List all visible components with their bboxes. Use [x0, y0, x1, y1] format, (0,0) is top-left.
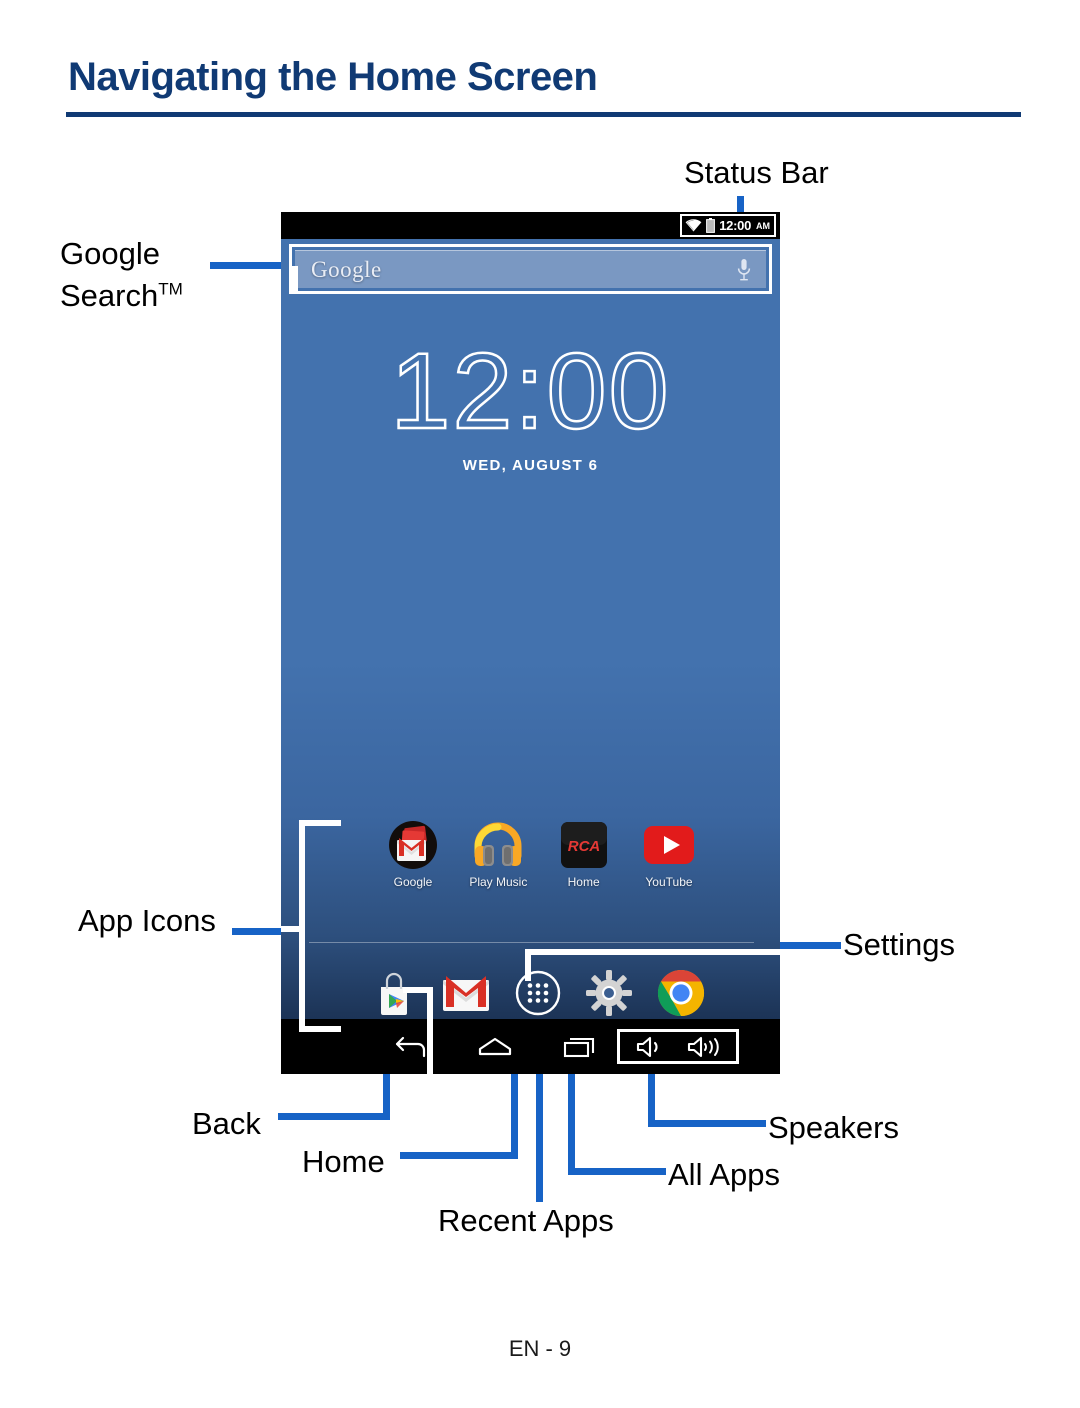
- page-title: Navigating the Home Screen: [68, 55, 598, 99]
- microphone-icon[interactable]: [736, 258, 752, 282]
- callout-line-speakers-h: [648, 1120, 766, 1127]
- callout-home: Home: [302, 1144, 385, 1179]
- nav-button-home[interactable]: [453, 1036, 537, 1058]
- svg-text:RCA: RCA: [567, 838, 600, 855]
- app-label: YouTube: [645, 875, 693, 889]
- battery-icon: [706, 218, 716, 233]
- dock-item-chrome[interactable]: [652, 964, 710, 1022]
- dock-item-gmail[interactable]: [437, 964, 495, 1022]
- callout-google-search-line1: Google: [60, 236, 160, 271]
- callout-status-bar: Status Bar: [684, 155, 829, 190]
- wifi-icon: [685, 219, 702, 232]
- dock: [365, 964, 710, 1022]
- callout-line-google-search: [210, 262, 288, 269]
- app-item-google[interactable]: Google: [376, 817, 450, 889]
- rca-logo-icon: RCA: [560, 822, 607, 868]
- app-item-play-music[interactable]: Play Music: [461, 817, 535, 889]
- callout-recent-apps: Recent Apps: [438, 1203, 614, 1238]
- leader-all-apps-v: [427, 987, 433, 1074]
- speaker-high-icon: [687, 1036, 719, 1057]
- all-apps-grid-icon: [515, 970, 560, 1016]
- callout-line-back-v: [383, 1068, 390, 1118]
- status-bar-ampm: AM: [756, 220, 770, 231]
- app-label: Home: [567, 875, 600, 889]
- leader-settings-h: [525, 949, 780, 955]
- page-footer: EN - 9: [508, 1336, 572, 1361]
- speakers-highlight-box: [617, 1029, 739, 1064]
- google-search-highlight-box: Google: [289, 244, 772, 294]
- callout-google-search-line2: SearchTM: [60, 278, 183, 313]
- google-wordmark: Google: [311, 256, 382, 282]
- leader-all-apps-h: [403, 987, 431, 993]
- callout-settings: Settings: [843, 927, 956, 962]
- navigation-bar: [281, 1019, 780, 1074]
- headphones-icon: [474, 822, 522, 866]
- back-arrow-icon: [395, 1036, 426, 1057]
- clock-date: WED, AUGUST 6: [462, 457, 599, 474]
- dock-item-settings[interactable]: [580, 964, 638, 1022]
- youtube-icon: [643, 826, 694, 864]
- app-label: Play Music: [469, 875, 528, 889]
- nav-button-recent-apps[interactable]: [537, 1035, 621, 1059]
- status-bar: 12:00 AM: [281, 212, 780, 239]
- dock-divider: [309, 942, 754, 943]
- status-bar-time: 12:00: [719, 218, 751, 233]
- callout-line-all-apps-h: [568, 1168, 666, 1175]
- dock-item-all-apps[interactable]: [509, 964, 567, 1022]
- status-bar-highlight-box: 12:00 AM: [680, 214, 776, 237]
- leader-app-icons-bracket-top: [299, 820, 341, 826]
- gmail-bundle-icon: [389, 821, 437, 869]
- speaker-low-icon: [636, 1036, 658, 1057]
- clock-time: 12:00: [389, 330, 671, 451]
- google-search-widget[interactable]: Google: [295, 250, 766, 288]
- app-label: Google: [393, 875, 433, 889]
- callout-app-icons: App Icons: [78, 903, 216, 938]
- callout-line-all-apps-v: [568, 1068, 575, 1175]
- leader-app-icons-bracket-v: [299, 820, 305, 1032]
- app-icon-row: Google Play Music RCA Home YouTube: [376, 817, 706, 889]
- app-item-youtube[interactable]: YouTube: [632, 817, 706, 889]
- nav-button-back[interactable]: [369, 1035, 453, 1059]
- callout-line-back-h: [278, 1113, 390, 1120]
- home-icon: [478, 1037, 512, 1055]
- clock-widget: 12:00 WED, AUGUST 6: [281, 330, 780, 474]
- app-item-home[interactable]: RCA Home: [547, 817, 621, 889]
- callout-speakers: Speakers: [768, 1110, 899, 1145]
- title-divider: [66, 112, 1021, 117]
- gear-icon: [586, 970, 633, 1016]
- callout-back: Back: [192, 1106, 261, 1141]
- callout-line-recent-apps: [536, 1068, 543, 1202]
- leader-app-icons-bracket-bottom: [299, 1026, 341, 1032]
- callout-line-speakers-v: [648, 1068, 655, 1127]
- callout-all-apps: All Apps: [668, 1157, 781, 1192]
- leader-google-search-stub: [292, 266, 298, 294]
- gmail-icon: [442, 976, 489, 1011]
- recent-apps-icon: [563, 1037, 595, 1057]
- dock-item-play-store[interactable]: [365, 964, 423, 1022]
- callout-line-home-h: [400, 1152, 518, 1159]
- callout-line-home-v: [511, 1068, 518, 1158]
- callout-line-settings: [777, 942, 841, 949]
- chrome-icon: [657, 969, 705, 1017]
- play-store-icon: [381, 972, 407, 1015]
- tablet-screen: 12:00 AM Google 12:00 WED, AUGUST 6 Goog…: [281, 212, 780, 1074]
